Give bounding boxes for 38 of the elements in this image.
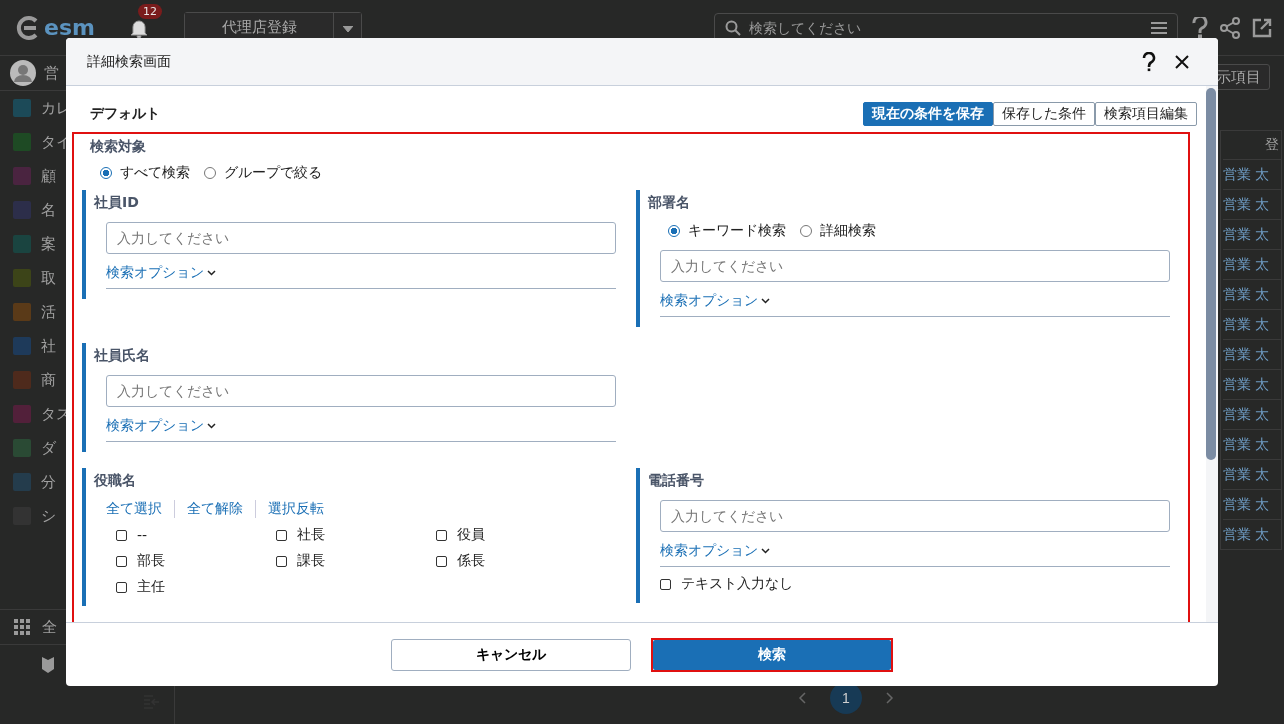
field-label: 社員ID — [94, 194, 140, 212]
table-cell: 営業 — [1223, 525, 1251, 544]
field-label: 電話番号 — [648, 472, 705, 490]
field-label: 役職名 — [94, 472, 137, 490]
table-cell: 営業 — [1223, 315, 1251, 334]
table-cell: 営業 — [1223, 435, 1251, 454]
table-cell: 営業 — [1223, 285, 1251, 304]
table-cell: 太 — [1255, 345, 1269, 364]
field-label: 部署名 — [648, 194, 691, 212]
table-cell: 太 — [1255, 435, 1269, 454]
table-cell: 営業 — [1223, 225, 1251, 244]
table-cell: 太 — [1255, 225, 1269, 244]
table-cell: 営業 — [1223, 405, 1251, 424]
logo-text: esm — [44, 15, 95, 40]
table-cell: 営業 — [1223, 195, 1251, 214]
user-name: 営 — [44, 63, 59, 83]
table-cell: 営業 — [1223, 375, 1251, 394]
column-header: 登 — [1265, 136, 1279, 154]
table-cell: 太 — [1255, 315, 1269, 334]
table-cell: 太 — [1255, 525, 1269, 544]
table-cell: 営業 — [1223, 495, 1251, 514]
dialog-title: 詳細検索画面 — [87, 52, 172, 71]
table-cell: 営業 — [1223, 255, 1251, 274]
table-cell: 太 — [1255, 285, 1269, 304]
table-cell: 太 — [1255, 165, 1269, 184]
field-label: 社員氏名 — [94, 347, 151, 365]
table-cell: 太 — [1255, 465, 1269, 484]
table-cell: 営業 — [1223, 165, 1251, 184]
table-cell: 太 — [1255, 255, 1269, 274]
section-label: 検索対象 — [90, 138, 147, 156]
table-cell: 営業 — [1223, 345, 1251, 364]
table-cell: 営業 — [1223, 465, 1251, 484]
table-cell: 太 — [1255, 495, 1269, 514]
table-cell: 太 — [1255, 195, 1269, 214]
preset-name: デフォルト — [90, 105, 161, 123]
table-cell: 太 — [1255, 405, 1269, 424]
notification-badge: 12 — [138, 4, 162, 19]
table-cell: 太 — [1255, 375, 1269, 394]
